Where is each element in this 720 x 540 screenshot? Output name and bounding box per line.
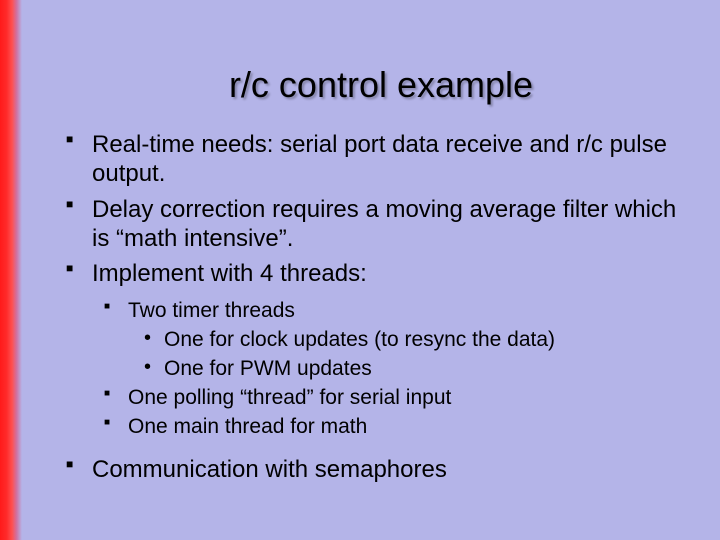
- bullet-item: Communication with semaphores: [62, 455, 700, 484]
- slide-content: r/c control example Real-time needs: ser…: [22, 0, 720, 540]
- decorative-edge: [0, 0, 22, 540]
- sub-bullet-item: One polling “thread” for serial input: [102, 385, 700, 412]
- bullet-item: Delay correction requires a moving avera…: [62, 195, 700, 254]
- bullet-list: Real-time needs: serial port data receiv…: [62, 130, 700, 484]
- slide: r/c control example Real-time needs: ser…: [0, 0, 720, 540]
- sub-sub-bullet-item: One for clock updates (to resync the dat…: [142, 327, 700, 354]
- bullet-text: Communication with semaphores: [92, 456, 447, 483]
- slide-title: r/c control example: [62, 0, 700, 130]
- bullet-text: Real-time needs: serial port data receiv…: [92, 131, 667, 187]
- sub-bullet-list: Two timer threads One for clock updates …: [92, 298, 700, 440]
- bullet-text: One polling “thread” for serial input: [128, 386, 451, 409]
- bullet-text: One for clock updates (to resync the dat…: [164, 328, 555, 351]
- bullet-text: Implement with 4 threads:: [92, 260, 367, 287]
- sub-bullet-item: One main thread for math: [102, 414, 700, 441]
- bullet-text: One for PWM updates: [164, 357, 372, 380]
- sub-bullet-item: Two timer threads One for clock updates …: [102, 298, 700, 383]
- bullet-text: Two timer threads: [128, 299, 295, 322]
- sub-sub-bullet-list: One for clock updates (to resync the dat…: [128, 327, 700, 383]
- sub-sub-bullet-item: One for PWM updates: [142, 356, 700, 383]
- bullet-item: Real-time needs: serial port data receiv…: [62, 130, 700, 189]
- bullet-text: One main thread for math: [128, 415, 367, 438]
- bullet-text: Delay correction requires a moving avera…: [92, 196, 676, 252]
- bullet-item: Implement with 4 threads: Two timer thre…: [62, 259, 700, 441]
